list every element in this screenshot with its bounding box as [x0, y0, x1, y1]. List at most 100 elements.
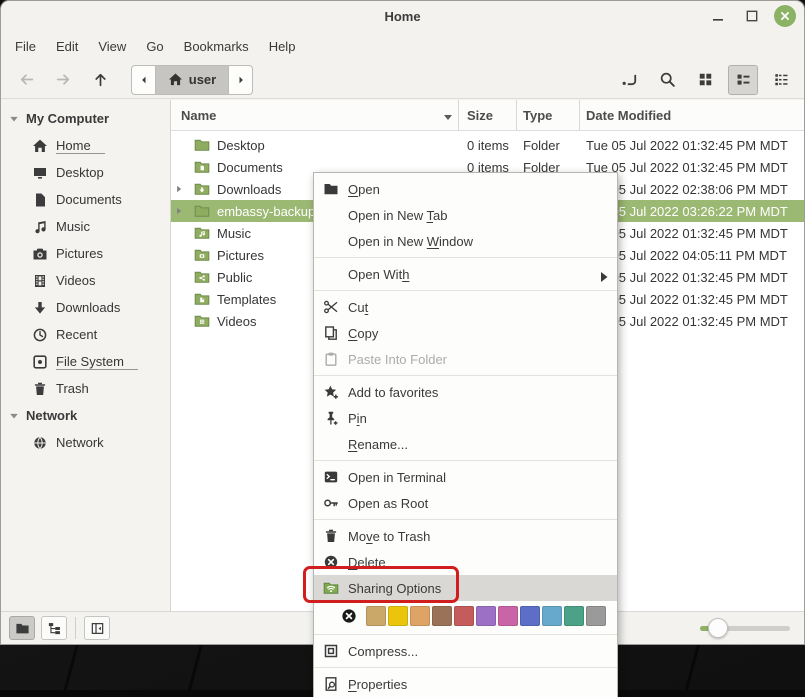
expander-icon[interactable]	[174, 183, 188, 195]
context-menu-item-open-in-new-window[interactable]: Open in New Window	[314, 228, 617, 254]
menu-item-label: Cut	[348, 300, 608, 315]
color-swatch-2[interactable]	[388, 606, 408, 626]
remove-color-button[interactable]	[341, 608, 357, 624]
context-menu-item-move-to-trash[interactable]: Move to Trash	[314, 523, 617, 549]
minimize-icon	[710, 8, 726, 24]
zoom-slider[interactable]	[700, 618, 790, 638]
titlebar[interactable]: Home	[1, 1, 804, 31]
back-button[interactable]	[11, 65, 41, 95]
context-menu-item-open-as-root[interactable]: Open as Root	[314, 490, 617, 516]
file-name-label: embassy-backup	[217, 204, 315, 219]
context-menu-item-add-to-favorites[interactable]: Add to favorites	[314, 379, 617, 405]
sidebar-item-label: File System	[56, 354, 138, 370]
maximize-button[interactable]	[740, 4, 764, 28]
menu-separator	[314, 519, 617, 520]
home-icon	[168, 72, 183, 87]
color-swatch-9[interactable]	[542, 606, 562, 626]
arrow-right-icon	[55, 71, 72, 88]
menu-icon-spacer	[323, 233, 339, 249]
color-swatch-4[interactable]	[432, 606, 452, 626]
search-button[interactable]	[652, 65, 682, 95]
context-menu-item-open-in-terminal[interactable]: Open in Terminal	[314, 464, 617, 490]
column-header-label: Date Modified	[586, 108, 671, 123]
menu-separator	[314, 290, 617, 291]
file-name-label: Downloads	[217, 182, 281, 197]
context-menu-item-open-in-new-tab[interactable]: Open in New Tab	[314, 202, 617, 228]
minimize-button[interactable]	[706, 4, 730, 28]
menubar-item-file[interactable]: File	[5, 34, 46, 59]
folder-icon	[194, 159, 210, 175]
sidebar-item-documents[interactable]: Documents	[1, 186, 170, 213]
sidebar-item-music[interactable]: Music	[1, 213, 170, 240]
color-swatch-3[interactable]	[410, 606, 430, 626]
forward-button[interactable]	[48, 65, 78, 95]
menubar-item-help[interactable]: Help	[259, 34, 306, 59]
hide-sidebar-button[interactable]	[84, 616, 110, 640]
expander-icon[interactable]	[174, 205, 188, 217]
sidebar-item-network[interactable]: Network	[1, 429, 170, 456]
context-menu-item-open-with[interactable]: Open With	[314, 261, 617, 287]
search-icon	[659, 71, 676, 88]
menu-item-label: Open With	[348, 267, 596, 282]
context-menu-item-copy[interactable]: Copy	[314, 320, 617, 346]
menubar-item-go[interactable]: Go	[136, 34, 173, 59]
close-button[interactable]	[774, 5, 796, 27]
star-plus-icon	[323, 384, 339, 400]
sidebar-section-my-computer[interactable]: My Computer	[1, 105, 170, 132]
column-header-type[interactable]: Type	[517, 100, 580, 130]
sidebar-item-trash[interactable]: Trash	[1, 375, 170, 402]
breadcrumb-next-button[interactable]	[229, 66, 252, 94]
color-swatch-5[interactable]	[454, 606, 474, 626]
color-swatch-1[interactable]	[366, 606, 386, 626]
file-name-label: Documents	[217, 160, 283, 175]
color-swatch-11[interactable]	[586, 606, 606, 626]
sidebar-section-network[interactable]: Network	[1, 402, 170, 429]
sidebar-item-label: Trash	[56, 381, 89, 396]
icon-view-button[interactable]	[690, 65, 720, 95]
color-swatch-10[interactable]	[564, 606, 584, 626]
sidebar-item-downloads[interactable]: Downloads	[1, 294, 170, 321]
view-compact-icon	[773, 71, 790, 88]
sidebar-item-desktop[interactable]: Desktop	[1, 159, 170, 186]
show-treeview-button[interactable]	[41, 616, 67, 640]
download-icon	[32, 300, 48, 316]
list-view-button[interactable]	[728, 65, 758, 95]
context-menu-item-open[interactable]: Open	[314, 176, 617, 202]
view-buttons	[614, 65, 796, 95]
color-swatch-8[interactable]	[520, 606, 540, 626]
compact-view-button[interactable]	[766, 65, 796, 95]
zoom-slider-thumb[interactable]	[708, 618, 728, 638]
context-menu-item-cut[interactable]: Cut	[314, 294, 617, 320]
pin-plus-icon	[323, 410, 339, 426]
sidebar-item-file-system[interactable]: File System	[1, 348, 170, 375]
up-button[interactable]	[85, 65, 115, 95]
show-places-button[interactable]	[9, 616, 35, 640]
column-header-date-modified[interactable]: Date Modified	[580, 100, 804, 130]
context-menu-item-pin[interactable]: Pin	[314, 405, 617, 431]
breadcrumb-current-button[interactable]: user	[155, 66, 229, 94]
menubar-item-bookmarks[interactable]: Bookmarks	[174, 34, 259, 59]
home-icon	[32, 138, 48, 154]
sidebar-item-pictures[interactable]: Pictures	[1, 240, 170, 267]
column-header-name[interactable]: Name	[171, 100, 459, 130]
file-name-cell: Desktop	[171, 137, 459, 153]
menubar: FileEditViewGoBookmarksHelp	[1, 31, 804, 61]
context-menu-item-rename[interactable]: Rename...	[314, 431, 617, 457]
breadcrumb-prev-button[interactable]	[132, 66, 155, 94]
sidebar-item-recent[interactable]: Recent	[1, 321, 170, 348]
window-controls	[706, 1, 796, 31]
column-header-size[interactable]: Size	[459, 100, 517, 130]
color-swatch-7[interactable]	[498, 606, 518, 626]
file-row-desktop[interactable]: Desktop0 itemsFolderTue 05 Jul 2022 01:3…	[171, 134, 804, 156]
context-menu-item-properties[interactable]: Properties	[314, 671, 617, 697]
menubar-item-edit[interactable]: Edit	[46, 34, 88, 59]
menubar-item-view[interactable]: View	[88, 34, 136, 59]
recent-icon	[32, 327, 48, 343]
menu-separator	[314, 257, 617, 258]
sidebar-item-home[interactable]: Home	[1, 132, 170, 159]
color-swatch-6[interactable]	[476, 606, 496, 626]
context-menu-item-compress[interactable]: Compress...	[314, 638, 617, 664]
toggle-location-entry-button[interactable]	[614, 65, 644, 95]
sidebar-item-videos[interactable]: Videos	[1, 267, 170, 294]
menu-item-label: Add to favorites	[348, 385, 608, 400]
